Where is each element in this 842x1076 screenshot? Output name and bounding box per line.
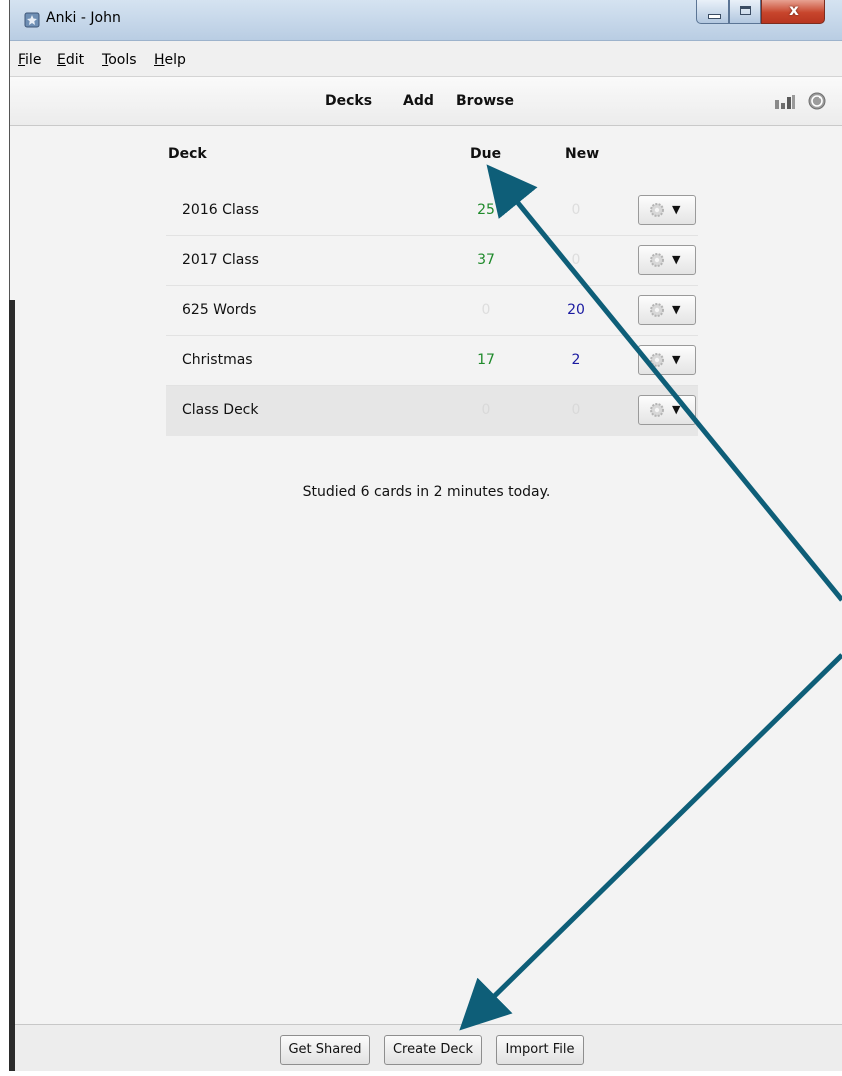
deck-row: 2017 Class 37 0 ▼ (166, 236, 698, 286)
deck-options-button[interactable]: ▼ (638, 195, 696, 225)
create-deck-button[interactable]: Create Deck (384, 1035, 482, 1065)
gear-icon (650, 203, 664, 217)
deck-options-button[interactable]: ▼ (638, 245, 696, 275)
new-count: 2 (571, 352, 581, 368)
sync-icon[interactable] (808, 92, 826, 110)
toolbar: Decks Add Browse (10, 77, 842, 126)
close-icon: x (789, 1, 799, 19)
gear-icon (650, 353, 664, 367)
gear-icon (650, 403, 664, 417)
deck-row: Christmas 17 2 ▼ (166, 336, 698, 386)
maximize-button[interactable] (729, 0, 761, 24)
toolbar-add-link[interactable]: Add (403, 93, 434, 109)
due-count: 0 (481, 302, 491, 318)
title-bar: Anki - John x (10, 0, 842, 41)
menu-edit-label: dit (65, 52, 85, 68)
window-title: Anki - John (46, 10, 121, 26)
import-file-button[interactable]: Import File (496, 1035, 584, 1065)
due-count: 0 (481, 402, 491, 418)
stats-icon[interactable] (774, 94, 796, 110)
dropdown-arrow-icon: ▼ (672, 403, 681, 416)
get-shared-button[interactable]: Get Shared (280, 1035, 370, 1065)
close-button[interactable]: x (761, 0, 825, 24)
dropdown-arrow-icon: ▼ (672, 303, 681, 316)
menu-file[interactable]: File (18, 52, 41, 68)
new-count: 0 (571, 402, 581, 418)
due-column-header: Due (470, 146, 502, 162)
deck-name-link[interactable]: 2016 Class (182, 202, 259, 218)
anki-app-icon (24, 12, 40, 28)
deck-row: 625 Words 0 20 ▼ (166, 286, 698, 336)
studied-summary: Studied 6 cards in 2 minutes today. (302, 484, 551, 500)
deck-row-current: Class Deck 0 0 ▼ (166, 386, 698, 436)
new-count: 0 (571, 252, 581, 268)
bottom-bar: Get Shared Create Deck Import File (10, 1024, 842, 1071)
new-count: 20 (567, 302, 585, 318)
menu-file-mnemonic: F (18, 52, 26, 68)
deck-options-button[interactable]: ▼ (638, 345, 696, 375)
deck-column-header: Deck (168, 146, 207, 162)
due-count: 37 (477, 252, 495, 268)
minimize-icon (708, 14, 721, 19)
menu-help[interactable]: Help (154, 52, 186, 68)
deck-name-link[interactable]: Christmas (182, 352, 253, 368)
menu-edit-mnemonic: E (57, 52, 66, 68)
menu-edit[interactable]: Edit (57, 52, 84, 68)
deck-options-button[interactable]: ▼ (638, 295, 696, 325)
dropdown-arrow-icon: ▼ (672, 353, 681, 366)
maximize-icon (740, 6, 751, 15)
toolbar-browse-link[interactable]: Browse (456, 93, 514, 109)
toolbar-decks-link[interactable]: Decks (325, 93, 372, 109)
menu-file-label: ile (25, 52, 42, 68)
gear-icon (650, 253, 664, 267)
menu-help-mnemonic: H (154, 52, 165, 68)
due-count: 17 (477, 352, 495, 368)
due-count: 25 (477, 202, 495, 218)
minimize-button[interactable] (696, 0, 729, 24)
deck-options-button[interactable]: ▼ (638, 395, 696, 425)
menu-tools-label: ools (108, 52, 137, 68)
new-count: 0 (571, 202, 581, 218)
menu-help-label: elp (164, 52, 186, 68)
anki-window: Anki - John x File Edit Tools Help Decks… (9, 0, 842, 1071)
menu-bar: File Edit Tools Help (10, 41, 842, 77)
new-column-header: New (565, 146, 600, 162)
dropdown-arrow-icon: ▼ (672, 203, 681, 216)
deck-name-link[interactable]: Class Deck (182, 402, 258, 418)
window-edge (9, 300, 15, 1071)
gear-icon (650, 303, 664, 317)
deck-row: 2016 Class 25 0 ▼ (166, 186, 698, 236)
dropdown-arrow-icon: ▼ (672, 253, 681, 266)
menu-tools[interactable]: Tools (102, 52, 137, 68)
deck-name-link[interactable]: 625 Words (182, 302, 256, 318)
deck-name-link[interactable]: 2017 Class (182, 252, 259, 268)
